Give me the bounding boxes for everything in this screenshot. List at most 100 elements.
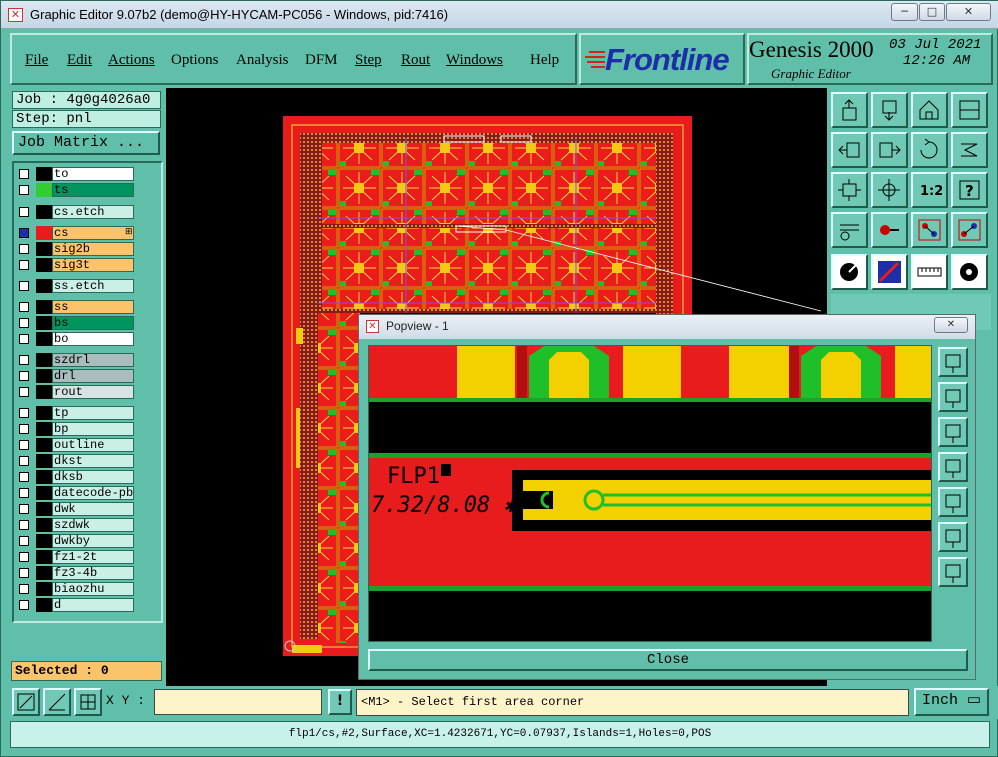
xy-input[interactable]	[154, 689, 322, 715]
layer-checkbox[interactable]	[19, 281, 29, 291]
layer-name[interactable]: to	[52, 167, 134, 181]
maximize-button[interactable]: □	[919, 3, 945, 21]
net-icon[interactable]	[911, 212, 948, 248]
units-select[interactable]: Inch ▭	[914, 688, 989, 716]
undo-view-icon[interactable]	[911, 132, 948, 168]
help-icon[interactable]: ?	[951, 172, 988, 208]
pan-left-icon[interactable]	[831, 132, 868, 168]
layer-row-bs[interactable]: bs	[17, 316, 134, 330]
alert-icon[interactable]: !	[328, 689, 352, 715]
snap-icon[interactable]	[831, 212, 868, 248]
measure-icon[interactable]	[951, 132, 988, 168]
layer-row-dksb[interactable]: dksb	[17, 470, 134, 484]
layer-name[interactable]: sig3t	[52, 258, 134, 272]
zoom-in-icon[interactable]	[871, 92, 908, 128]
minimize-button[interactable]: ─	[891, 3, 918, 21]
layer-row-ss.etch[interactable]: ss.etch	[17, 279, 134, 293]
probe-icon[interactable]	[871, 212, 908, 248]
layer-checkbox[interactable]	[19, 371, 29, 381]
layer-checkbox[interactable]	[19, 456, 29, 466]
layer-name[interactable]: rout	[52, 385, 134, 399]
layer-row-bo[interactable]: bo	[17, 332, 134, 346]
layer-row-drl[interactable]: drl	[17, 369, 134, 383]
layer-name[interactable]: dkst	[52, 454, 134, 468]
layer-row-cs[interactable]: cs ⊞	[17, 226, 134, 240]
layer-color-swatch[interactable]	[36, 470, 52, 484]
layer-name[interactable]: bp	[52, 422, 134, 436]
layer-checkbox[interactable]	[19, 318, 29, 328]
layer-color-swatch[interactable]	[36, 183, 52, 197]
layer-checkbox[interactable]	[19, 260, 29, 270]
layer-name[interactable]: dwk	[52, 502, 134, 516]
layer-name[interactable]: ss	[52, 300, 134, 314]
layer-name[interactable]: ts	[52, 183, 134, 197]
layer-color-swatch[interactable]	[36, 486, 52, 500]
job-matrix-button[interactable]: Job Matrix ...	[12, 131, 160, 155]
layer-row-szdrl[interactable]: szdrl	[17, 353, 134, 367]
layer-row-sig3t[interactable]: sig3t	[17, 258, 134, 272]
layer-name[interactable]: outline	[52, 438, 134, 452]
fit-icon[interactable]	[831, 172, 868, 208]
layer-color-swatch[interactable]	[36, 385, 52, 399]
zoom-window-icon[interactable]	[951, 92, 988, 128]
layer-checkbox[interactable]	[19, 207, 29, 217]
pan-up-icon[interactable]	[938, 382, 968, 412]
layer-name[interactable]: fz1-2t	[52, 550, 134, 564]
layer-name[interactable]: dksb	[52, 470, 134, 484]
menu-options[interactable]: Options	[171, 51, 219, 69]
layer-row-outline[interactable]: outline	[17, 438, 134, 452]
layer-color-swatch[interactable]	[36, 226, 52, 240]
pan-down-icon[interactable]	[938, 417, 968, 447]
layer-row-szdwk[interactable]: szdwk	[17, 518, 134, 532]
layer-checkbox[interactable]	[19, 520, 29, 530]
menu-rout[interactable]: Rout	[401, 51, 430, 69]
layer-name[interactable]: cs.etch	[52, 205, 134, 219]
layer-name[interactable]: drl	[52, 369, 134, 383]
layer-row-fz1-2t[interactable]: fz1-2t	[17, 550, 134, 564]
popview-canvas[interactable]: FLP1 7.32/8.08 ✱	[368, 345, 932, 642]
menu-dfm[interactable]: DFM	[305, 51, 338, 69]
layer-row-rout[interactable]: rout	[17, 385, 134, 399]
home-icon[interactable]	[911, 92, 948, 128]
layer-row-fz3-4b[interactable]: fz3-4b	[17, 566, 134, 580]
layer-checkbox[interactable]	[19, 472, 29, 482]
layer-row-d[interactable]: d	[17, 598, 134, 612]
layer-name[interactable]: bo	[52, 332, 134, 346]
layer-row-to[interactable]: to	[17, 167, 134, 181]
layer-color-swatch[interactable]	[36, 518, 52, 532]
layer-row-ts[interactable]: ts	[17, 183, 134, 197]
layer-name[interactable]: biaozhu	[52, 582, 134, 596]
layer-name[interactable]: szdrl	[52, 353, 134, 367]
center-view-icon[interactable]	[938, 557, 968, 587]
snap-line-icon[interactable]	[43, 688, 71, 716]
layer-color-swatch[interactable]	[36, 167, 52, 181]
layer-checkbox[interactable]	[19, 568, 29, 578]
layer-checkbox[interactable]	[19, 552, 29, 562]
pan-right-icon[interactable]	[938, 487, 968, 517]
menu-file[interactable]: File	[25, 51, 48, 69]
layer-checkbox[interactable]	[19, 185, 29, 195]
layer-color-swatch[interactable]	[36, 502, 52, 516]
center-icon[interactable]	[871, 172, 908, 208]
layer-name[interactable]: fz3-4b	[52, 566, 134, 580]
select-icon[interactable]	[831, 254, 868, 290]
layer-row-dwk[interactable]: dwk	[17, 502, 134, 516]
layer-name[interactable]: bs	[52, 316, 134, 330]
menu-edit[interactable]: Edit	[67, 51, 92, 69]
layer-row-dkst[interactable]: dkst	[17, 454, 134, 468]
layer-color-swatch[interactable]	[36, 353, 52, 367]
line-icon[interactable]	[871, 254, 908, 290]
layer-checkbox[interactable]	[19, 408, 29, 418]
layer-checkbox[interactable]	[19, 228, 29, 238]
layer-color-swatch[interactable]	[36, 566, 52, 580]
layer-name[interactable]: sig2b	[52, 242, 134, 256]
layer-color-swatch[interactable]	[36, 258, 52, 272]
layer-color-swatch[interactable]	[36, 582, 52, 596]
menu-windows[interactable]: Windows	[446, 51, 503, 69]
layer-name[interactable]: datecode-pbe	[52, 486, 134, 500]
layer-name[interactable]: szdwk	[52, 518, 134, 532]
layer-checkbox[interactable]	[19, 584, 29, 594]
layer-checkbox[interactable]	[19, 355, 29, 365]
pan-left-icon[interactable]	[938, 452, 968, 482]
zoom-view-icon[interactable]	[938, 347, 968, 377]
